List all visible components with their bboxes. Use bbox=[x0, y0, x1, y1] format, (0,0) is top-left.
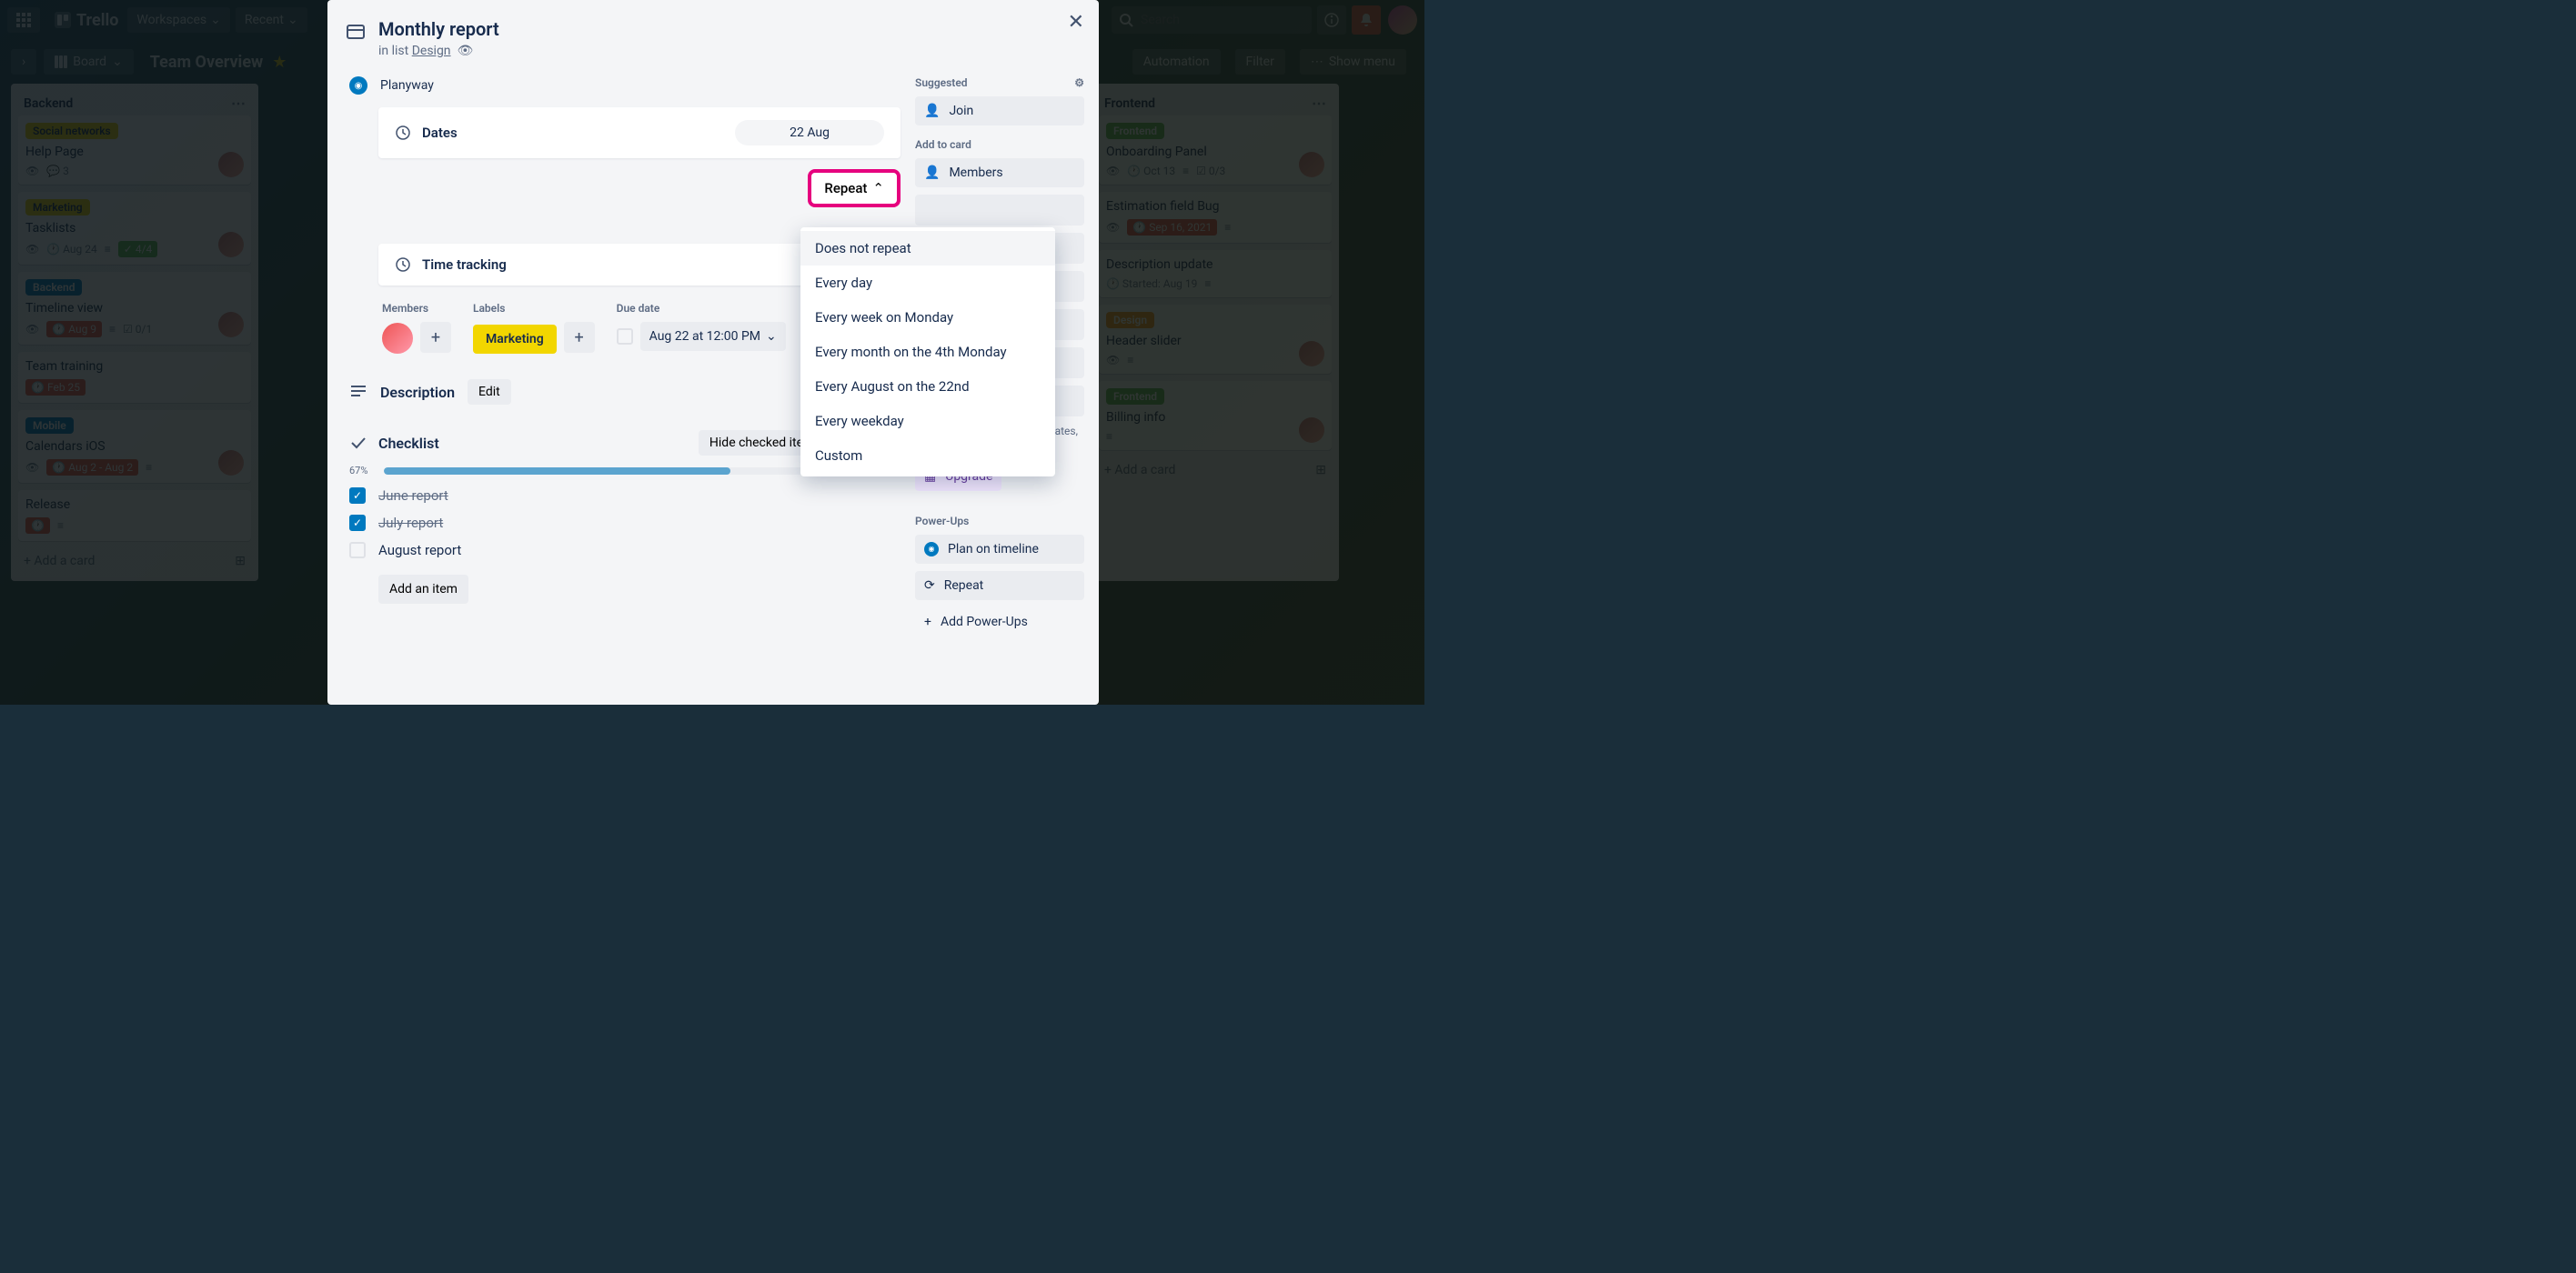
user-icon: 👤 bbox=[924, 165, 940, 180]
list-link[interactable]: Design bbox=[412, 44, 451, 58]
checkbox-checked-icon[interactable]: ✓ bbox=[349, 487, 366, 504]
clock-icon bbox=[395, 256, 411, 273]
repeat-option[interactable]: Custom bbox=[800, 438, 1055, 473]
plus-icon: + bbox=[924, 615, 931, 629]
watch-icon[interactable]: 👁 bbox=[458, 44, 474, 58]
chevron-down-icon: ⌄ bbox=[766, 329, 777, 344]
member-avatar[interactable] bbox=[382, 323, 413, 354]
card-title[interactable]: Monthly report bbox=[378, 18, 499, 40]
add-member-button[interactable]: + bbox=[420, 322, 451, 353]
clock-icon bbox=[395, 125, 411, 141]
checklist-item-text: July report bbox=[378, 515, 443, 531]
edit-description-button[interactable]: Edit bbox=[468, 379, 511, 405]
due-checkbox[interactable] bbox=[617, 328, 633, 345]
add-label-button[interactable]: + bbox=[564, 322, 595, 353]
checkbox-unchecked-icon[interactable] bbox=[349, 542, 366, 558]
powerups-heading: Power-Ups bbox=[915, 515, 969, 527]
plan-on-timeline-button[interactable]: ◉Plan on timeline bbox=[915, 535, 1084, 564]
sidebar-option[interactable] bbox=[915, 195, 1084, 226]
gear-icon[interactable]: ⚙ bbox=[1074, 76, 1084, 89]
card-icon bbox=[346, 22, 366, 58]
members-button[interactable]: 👤Members bbox=[915, 158, 1084, 187]
repeat-option[interactable]: Every month on the 4th Monday bbox=[800, 335, 1055, 369]
checklist-item-text: June report bbox=[378, 487, 448, 504]
planyway-icon: ◉ bbox=[349, 76, 367, 95]
due-date-heading: Due date bbox=[617, 302, 786, 315]
members-block: Members + bbox=[382, 302, 451, 354]
members-heading: Members bbox=[382, 302, 451, 315]
checklist-item[interactable]: ✓ July report bbox=[349, 515, 901, 531]
labels-heading: Labels bbox=[473, 302, 595, 315]
checkbox-checked-icon[interactable]: ✓ bbox=[349, 515, 366, 531]
add-powerups-button[interactable]: +Add Power-Ups bbox=[915, 607, 1084, 636]
dates-label: Dates bbox=[422, 125, 458, 141]
repeat-option[interactable]: Every day bbox=[800, 266, 1055, 300]
join-button[interactable]: 👤Join bbox=[915, 96, 1084, 125]
description-heading: Description bbox=[380, 384, 455, 401]
planyway-label: Planyway bbox=[380, 78, 434, 93]
checklist-heading: Checklist bbox=[378, 435, 439, 452]
due-date-block: Due date Aug 22 at 12:00 PM ⌄ bbox=[617, 302, 786, 354]
add-to-card-heading: Add to card bbox=[915, 138, 971, 151]
checklist-item[interactable]: ✓ June report bbox=[349, 487, 901, 504]
repeat-button[interactable]: Repeat ⌃ bbox=[808, 169, 901, 207]
checklist-item[interactable]: August report bbox=[349, 542, 901, 558]
add-checklist-item-button[interactable]: Add an item bbox=[378, 575, 468, 604]
repeat-option[interactable]: Every week on Monday bbox=[800, 300, 1055, 335]
repeat-option[interactable]: Does not repeat bbox=[800, 231, 1055, 266]
label-chip[interactable]: Marketing bbox=[473, 325, 557, 354]
user-icon: 👤 bbox=[924, 104, 940, 118]
dates-box[interactable]: Dates 22 Aug bbox=[378, 107, 901, 158]
repeat-option[interactable]: Every weekday bbox=[800, 404, 1055, 438]
due-date-button[interactable]: Aug 22 at 12:00 PM ⌄ bbox=[640, 322, 786, 351]
repeat-dropdown: Does not repeat Every day Every week on … bbox=[800, 227, 1055, 476]
repeat-powerup-button[interactable]: ⟳Repeat bbox=[915, 571, 1084, 600]
card-modal: ✕ Monthly report in list Design 👁 ◉ Plan… bbox=[327, 0, 1099, 705]
planyway-icon: ◉ bbox=[924, 542, 939, 556]
time-tracking-label: Time tracking bbox=[422, 256, 507, 273]
progress-percent: 67% bbox=[349, 465, 375, 476]
chevron-up-icon: ⌃ bbox=[872, 180, 884, 196]
date-value[interactable]: 22 Aug bbox=[735, 120, 884, 145]
repeat-option[interactable]: Every August on the 22nd bbox=[800, 369, 1055, 404]
labels-block: Labels Marketing + bbox=[473, 302, 595, 354]
suggested-heading: Suggested bbox=[915, 76, 968, 89]
description-icon bbox=[349, 383, 367, 401]
checklist-item-text: August report bbox=[378, 542, 461, 558]
close-icon[interactable]: ✕ bbox=[1068, 11, 1084, 34]
checklist-icon bbox=[349, 434, 367, 452]
card-list-location: in list Design 👁 bbox=[378, 44, 499, 58]
repeat-icon: ⟳ bbox=[924, 578, 935, 593]
